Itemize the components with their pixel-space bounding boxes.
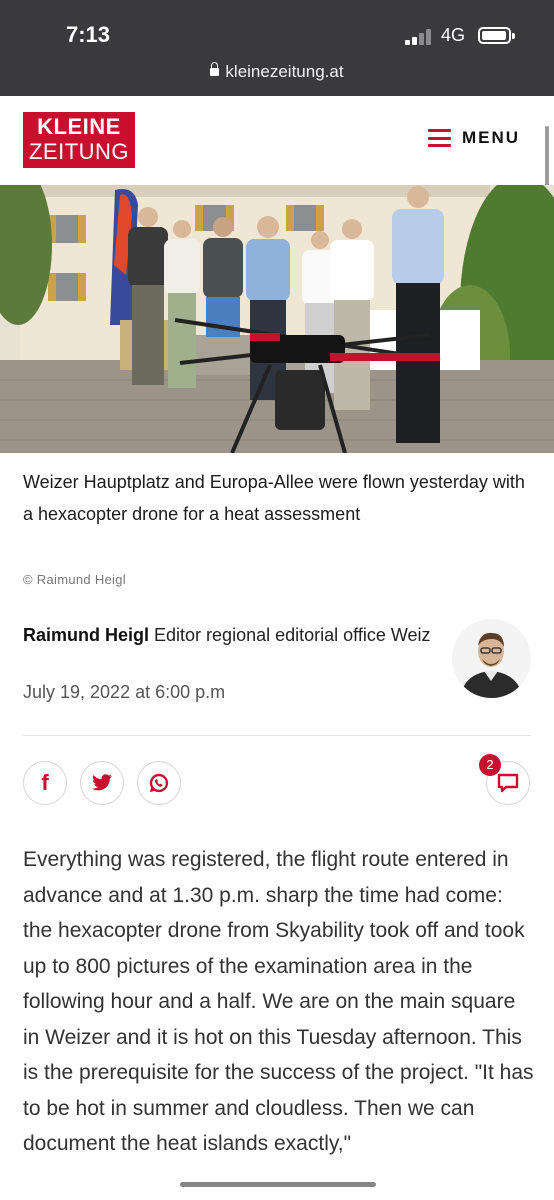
publish-date: July 19, 2022 at 6:00 p.m [23, 682, 226, 702]
facebook-icon: f [41, 770, 49, 795]
image-caption: Weizer Hauptplatz and Europa-Allee were … [23, 472, 525, 524]
logo-line-2: ZEITUNG [28, 139, 130, 164]
share-whatsapp-button[interactable] [137, 761, 181, 805]
battery-icon [478, 27, 515, 44]
network-type: 4G [441, 25, 466, 45]
home-indicator[interactable] [180, 1182, 376, 1187]
article-hero-image [0, 185, 554, 453]
whatsapp-icon [149, 773, 169, 793]
author-byline: Raimund Heigl Editor regional editorial … [23, 620, 443, 650]
divider [23, 735, 531, 736]
menu-button[interactable]: MENU [428, 126, 520, 150]
author-name[interactable]: Raimund Heigl [23, 625, 149, 645]
share-twitter-button[interactable] [80, 761, 124, 805]
comment-count-badge: 2 [479, 754, 501, 776]
scrollbar[interactable] [545, 126, 549, 188]
article-body: Everything was registered, the flight ro… [23, 848, 534, 1155]
site-header: KLEINE ZEITUNG MENU [0, 96, 554, 185]
url-text: kleinezeitung.at [225, 62, 344, 81]
logo-line-1: KLEINE [37, 114, 121, 139]
hamburger-icon [428, 129, 451, 147]
twitter-icon [92, 774, 112, 791]
menu-label: MENU [462, 128, 521, 147]
image-credit: © Raimund Heigl [23, 572, 126, 587]
clock: 7:13 [66, 22, 111, 47]
lock-icon [210, 62, 220, 76]
status-bar: 7:13 4G kleinezeitung.at [0, 0, 554, 96]
share-facebook-button[interactable]: f [23, 761, 67, 805]
address-bar[interactable]: kleinezeitung.at [0, 62, 554, 82]
signal-icon [405, 29, 433, 45]
author-role: Editor regional editorial office Weiz [154, 625, 431, 645]
comment-icon [497, 773, 519, 793]
author-avatar[interactable] [452, 619, 531, 698]
site-logo[interactable]: KLEINE ZEITUNG [23, 112, 135, 168]
